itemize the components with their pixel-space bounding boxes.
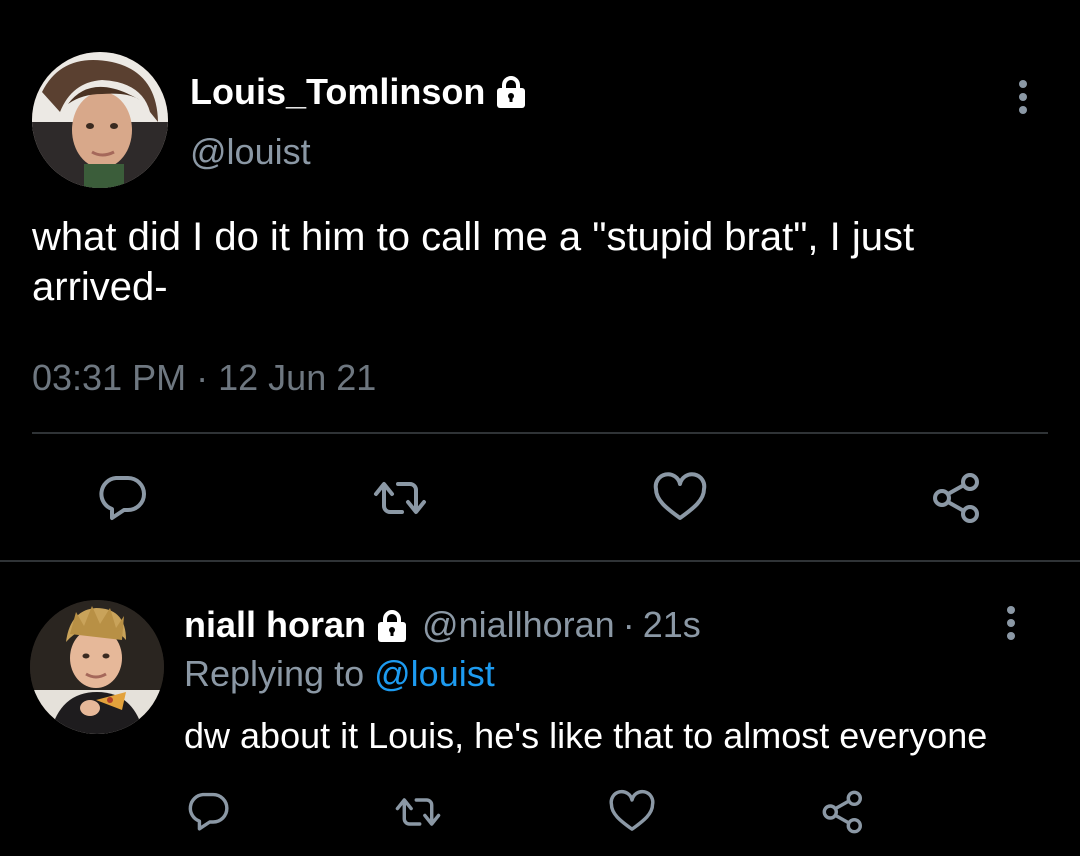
profile-photo bbox=[30, 600, 164, 734]
replying-to-handle-link[interactable]: @louist bbox=[374, 653, 495, 694]
reply-bubble-icon bbox=[188, 792, 229, 831]
reply-like-button[interactable] bbox=[608, 788, 656, 836]
author-display-name[interactable]: Louis_Tomlinson bbox=[190, 70, 485, 114]
retweet-button[interactable] bbox=[372, 470, 428, 526]
tweet-date: 12 Jun 21 bbox=[218, 357, 377, 398]
replying-to-label: Replying to bbox=[184, 653, 365, 694]
profile-photo bbox=[32, 52, 168, 188]
tweet-timestamp[interactable]: 03:31 PM · 12 Jun 21 bbox=[32, 356, 376, 400]
author-handle[interactable]: @louist bbox=[190, 130, 311, 174]
reply-share-button[interactable] bbox=[820, 788, 868, 836]
share-button[interactable] bbox=[930, 470, 986, 526]
divider bbox=[0, 560, 1080, 562]
reply-author-avatar[interactable] bbox=[30, 600, 164, 734]
timestamp-separator: · bbox=[196, 357, 209, 398]
share-icon bbox=[822, 790, 862, 834]
tweet-text: what did I do it him to call me a "stupi… bbox=[32, 215, 915, 309]
reply-separator: · bbox=[622, 604, 635, 645]
more-options-icon[interactable] bbox=[1008, 78, 1038, 116]
reply-retweet-button[interactable] bbox=[394, 788, 442, 836]
share-icon bbox=[933, 473, 979, 523]
reply-text: dw about it Louis, he's like that to alm… bbox=[184, 715, 988, 756]
heart-icon bbox=[609, 789, 655, 831]
divider bbox=[32, 432, 1048, 434]
reply-author-name[interactable]: niall horan bbox=[184, 600, 366, 650]
like-button[interactable] bbox=[652, 470, 708, 526]
reply-age[interactable]: 21s bbox=[643, 600, 701, 650]
reply-bubble-icon bbox=[99, 476, 146, 520]
reply-reply-button[interactable] bbox=[184, 786, 232, 834]
lock-icon bbox=[493, 74, 529, 110]
reply-author-handle[interactable]: @niallhoran bbox=[422, 600, 615, 650]
tweet-time: 03:31 PM bbox=[32, 357, 187, 398]
author-avatar[interactable] bbox=[32, 52, 168, 188]
reply-button[interactable] bbox=[94, 468, 150, 524]
more-options-icon[interactable] bbox=[996, 604, 1026, 642]
lock-icon bbox=[374, 607, 410, 643]
retweet-icon bbox=[374, 482, 426, 514]
retweet-icon bbox=[395, 798, 441, 826]
reply-header: niall horan @niallhoran · 21s bbox=[184, 600, 701, 650]
heart-icon bbox=[653, 472, 707, 520]
author-name-row[interactable]: Louis_Tomlinson bbox=[190, 70, 529, 114]
replying-to: Replying to @louist bbox=[184, 650, 495, 698]
